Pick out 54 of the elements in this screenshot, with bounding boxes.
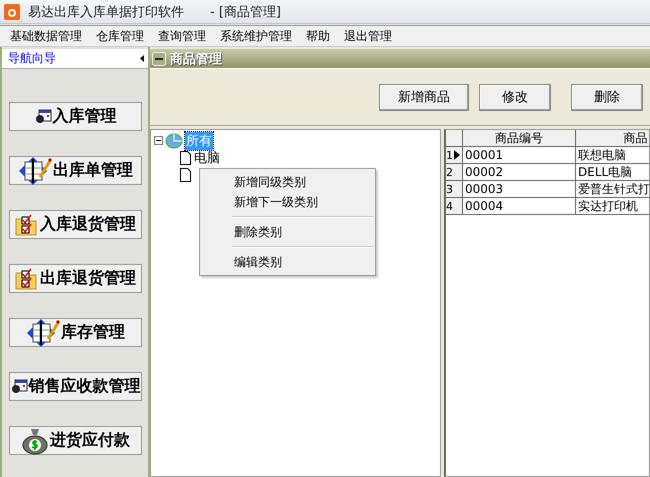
document-edit-icon: [26, 318, 60, 348]
document-edit-icon: [18, 156, 52, 186]
window-title: 易达出库入库单据打印软件: [28, 4, 184, 20]
toolbar-button[interactable]: 删除: [571, 84, 643, 110]
document-icon: [180, 150, 191, 164]
money-bag-icon: [21, 426, 49, 454]
table-cell: 00002: [463, 164, 576, 181]
nav-button[interactable]: 入库退货管理: [9, 210, 142, 239]
menu-item[interactable]: 编辑类别: [202, 252, 373, 272]
window-icon: [34, 109, 52, 124]
menu-item[interactable]: 系统维护管理: [220, 28, 292, 44]
document-icon: [180, 168, 191, 182]
toolbar-button[interactable]: 修改: [479, 84, 551, 110]
menu-item[interactable]: 仓库管理: [96, 28, 144, 44]
current-row-icon: [454, 150, 460, 160]
menu-item[interactable]: 新增同级类别: [202, 172, 373, 192]
window-icon: [10, 379, 28, 394]
folder-checklist-icon: [15, 268, 39, 290]
nav-button[interactable]: 库存管理: [9, 318, 142, 347]
menu-item[interactable]: 基础数据管理: [10, 28, 82, 44]
table-cell: 实达打印机: [576, 198, 649, 215]
table-cell: 00003: [463, 181, 576, 198]
collapse-icon[interactable]: [140, 55, 144, 62]
menu-item[interactable]: 新增下一级类别: [202, 192, 373, 212]
row-indicator[interactable]: 3: [446, 181, 463, 198]
menu-item[interactable]: 退出管理: [344, 28, 392, 44]
nav-button[interactable]: 入库管理: [9, 102, 142, 131]
menu-item[interactable]: 查询管理: [158, 28, 206, 44]
table-cell: 00004: [463, 198, 576, 215]
nav-button[interactable]: 出库单管理: [9, 156, 142, 185]
row-indicator[interactable]: 2: [446, 164, 463, 181]
row-indicator[interactable]: 4: [446, 198, 463, 215]
globe-icon: [165, 132, 183, 148]
minimize-icon[interactable]: [152, 52, 166, 66]
table-cell: 联想电脑: [576, 147, 649, 164]
row-indicator[interactable]: 1: [446, 147, 463, 164]
nav-button[interactable]: 销售应收款管理: [9, 372, 142, 401]
sidebar-title: 导航向导: [8, 50, 56, 67]
toolbar-button[interactable]: 新增商品: [379, 84, 469, 110]
header-corner: [446, 130, 463, 147]
tree-node[interactable]: 电脑: [193, 148, 221, 166]
column-header[interactable]: 商品: [576, 130, 649, 147]
app-icon: [4, 4, 20, 20]
document-title: - [商品管理]: [210, 4, 281, 20]
menu-item[interactable]: 帮助: [306, 28, 330, 44]
table-cell: DELL电脑: [576, 164, 649, 181]
panel-title: 商品管理: [170, 50, 222, 68]
nav-button[interactable]: 进货应付款: [9, 426, 142, 455]
nav-button[interactable]: 出库退货管理: [9, 264, 142, 293]
table-cell: 00001: [463, 147, 576, 164]
column-header[interactable]: 商品编号: [463, 130, 576, 147]
collapse-icon[interactable]: [154, 136, 163, 145]
folder-checklist-icon: [15, 214, 39, 236]
menu-item[interactable]: 删除类别: [202, 222, 373, 242]
